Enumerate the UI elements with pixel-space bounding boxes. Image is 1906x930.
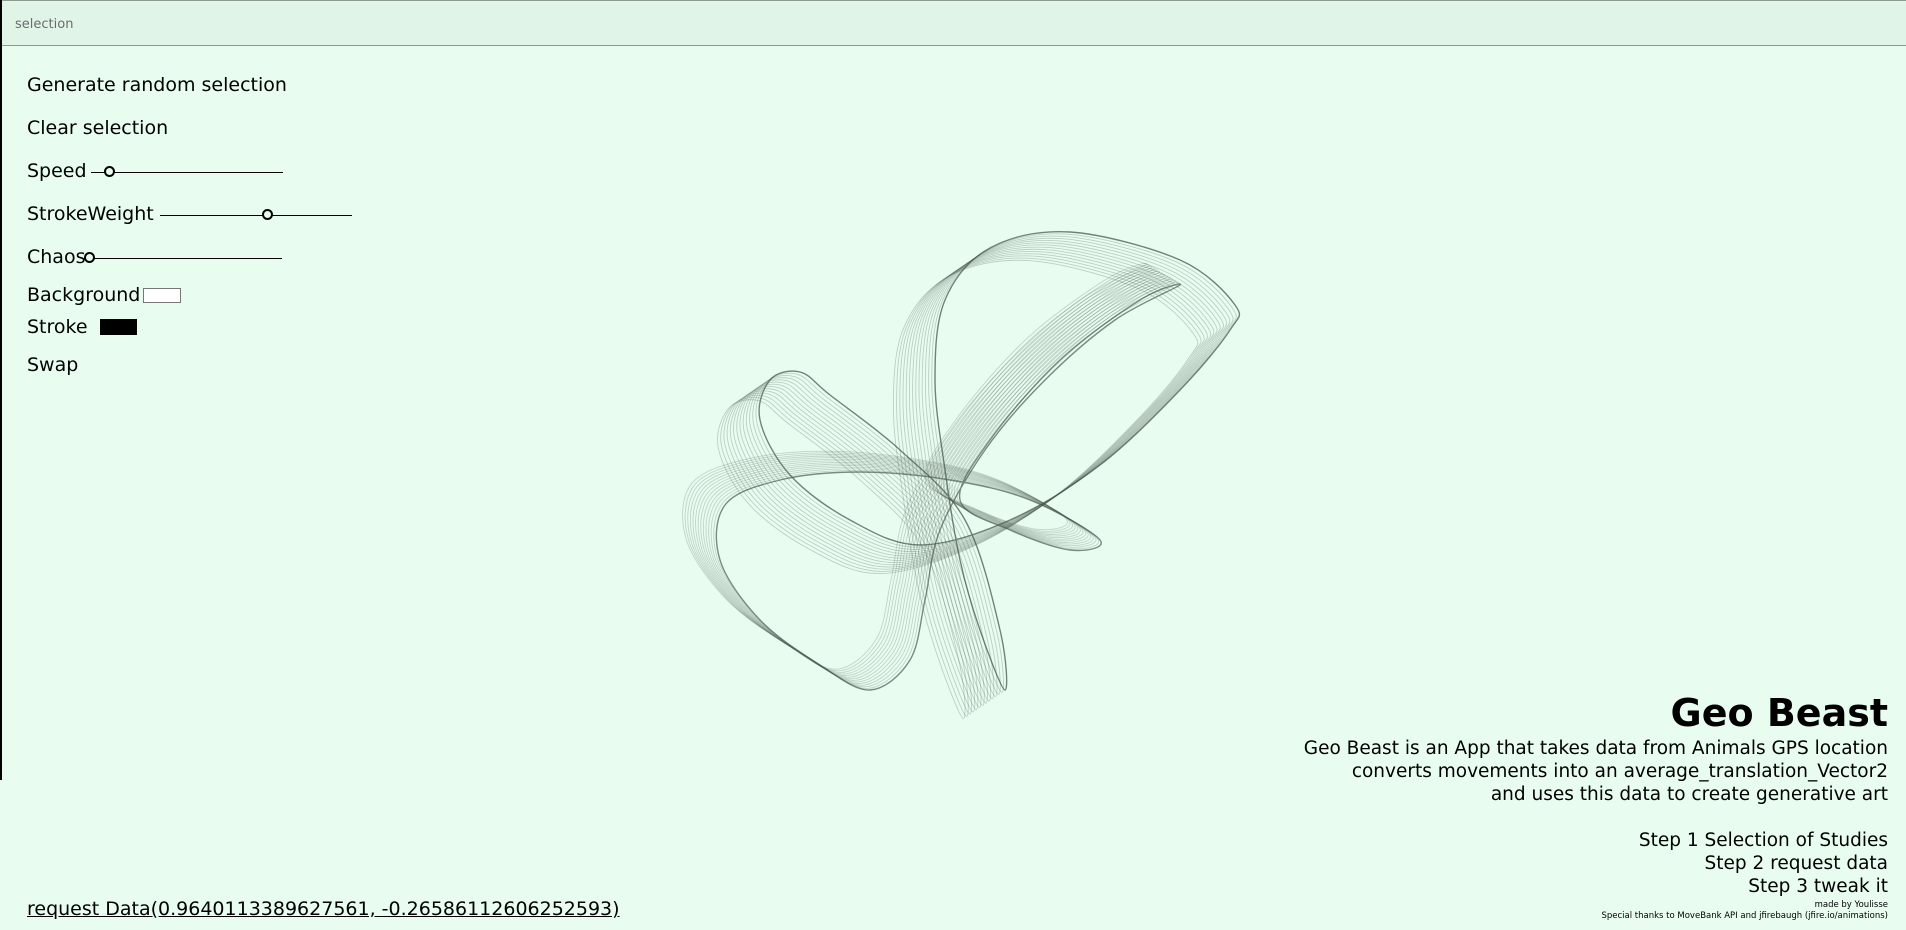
app-canvas: selection Generate random selection Clea… [0, 0, 1906, 930]
art-loop [745, 240, 1228, 700]
made-by-credit: made by Youlisse [1814, 900, 1888, 910]
step-2: Step 2 request data [1704, 853, 1888, 874]
thanks-credit: Special thanks to MoveBank API and jfire… [1601, 911, 1888, 921]
speed-label: Speed [27, 160, 87, 182]
app-title: Geo Beast [1670, 691, 1888, 735]
description-line-1: Geo Beast is an App that takes data from… [1303, 738, 1888, 759]
chaos-slider-track[interactable] [90, 258, 282, 259]
generate-random-selection-button[interactable]: Generate random selection [27, 74, 287, 96]
strokeweight-slider-track[interactable] [160, 215, 352, 216]
art-loop [723, 255, 1205, 715]
art-loop [708, 278, 1173, 686]
speed-control: Speed [27, 160, 87, 182]
description-line-3: and uses this data to create generative … [1490, 784, 1888, 805]
speed-slider-track[interactable] [91, 172, 283, 173]
description-line-2: converts movements into an average_trans… [1351, 761, 1888, 782]
request-data-link[interactable]: request Data(0.9640113389627561, -0.2658… [27, 898, 620, 920]
chaos-label: Chaos [27, 246, 86, 268]
art-loop [752, 235, 1234, 695]
chaos-slider-thumb[interactable] [84, 252, 95, 263]
chaos-control: Chaos [27, 246, 85, 268]
clear-selection-button[interactable]: Clear selection [27, 117, 168, 139]
stroke-label: Stroke [27, 316, 88, 338]
step-1: Step 1 Selection of Studies [1638, 830, 1888, 851]
stroke-control: Stroke [27, 316, 88, 338]
strokeweight-slider-thumb[interactable] [261, 209, 273, 220]
background-label: Background [27, 284, 141, 306]
background-control: Background [27, 284, 140, 306]
step-3: Step 3 tweak it [1748, 876, 1888, 897]
art-loop [749, 237, 1231, 698]
stroke-color-picker[interactable] [100, 319, 137, 335]
strokeweight-control: StrokeWeight [27, 203, 154, 225]
background-color-picker[interactable] [143, 288, 181, 303]
swap-button[interactable]: Swap [27, 354, 78, 376]
strokeweight-label: StrokeWeight [27, 203, 154, 225]
